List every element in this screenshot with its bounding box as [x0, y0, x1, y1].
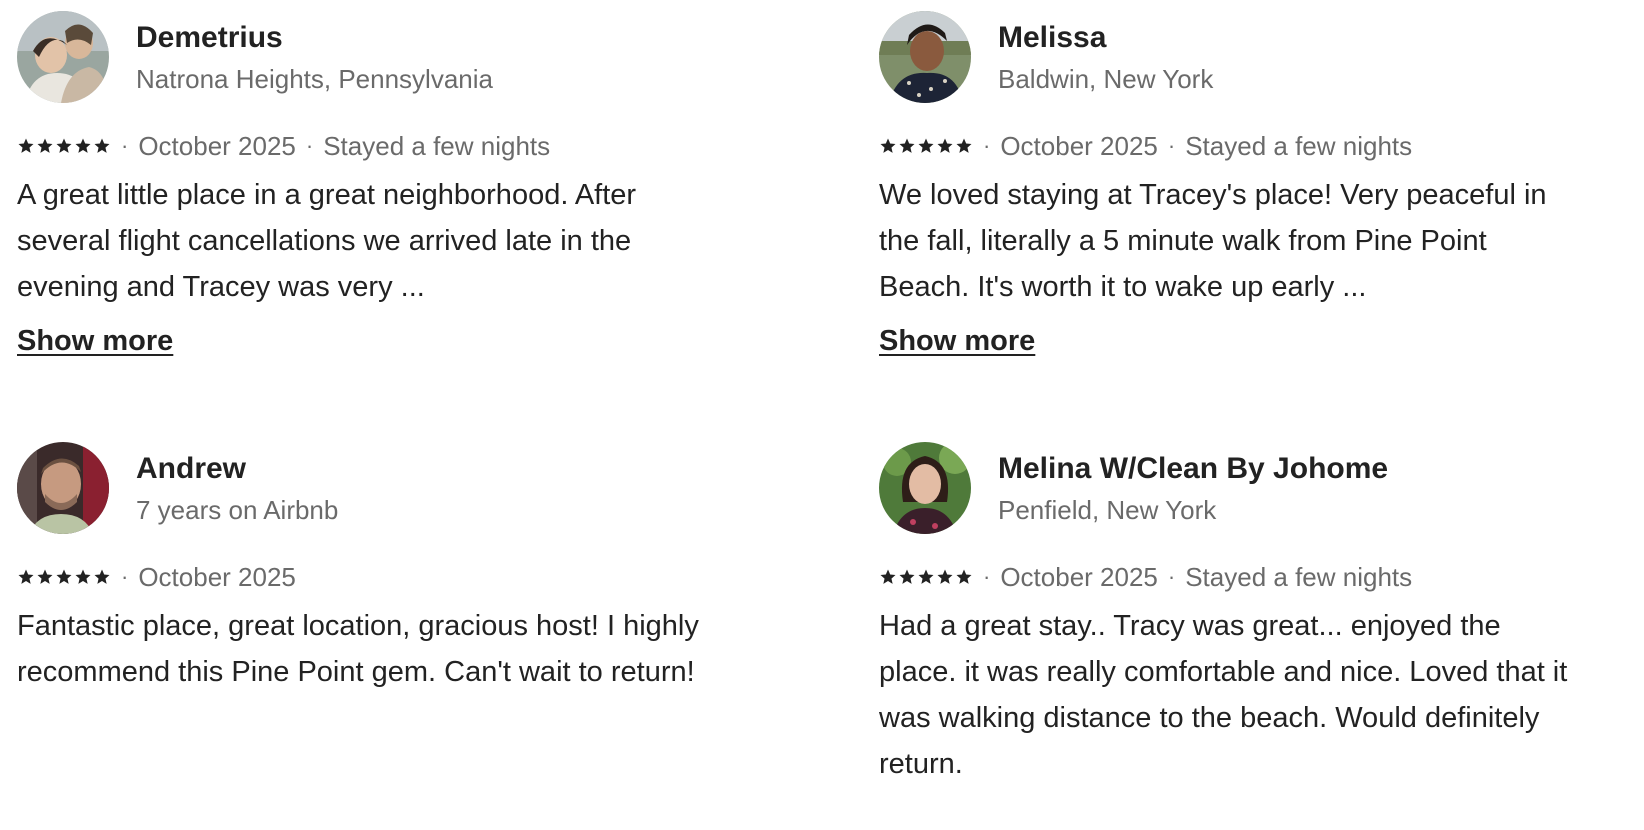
review-text: We loved staying at Tracey's place! Very… — [879, 179, 1547, 303]
star-icon — [56, 138, 72, 153]
reviewer-location: Penfield, New York — [998, 494, 1217, 525]
review-card: Andrew 7 years on Airbnb · October 2025 … — [17, 442, 717, 695]
star-icon — [918, 138, 934, 153]
star-icon — [956, 138, 972, 153]
separator-dot: · — [305, 133, 314, 158]
star-icon — [37, 138, 53, 153]
star-rating — [879, 568, 973, 586]
review-meta: · October 2025 · Stayed a few nights — [879, 559, 1579, 595]
star-icon — [18, 138, 34, 153]
avatar[interactable] — [879, 11, 971, 103]
star-icon — [94, 569, 110, 584]
reviewer-info: Melina W/Clean By Johome Penfield, New Y… — [998, 449, 1388, 528]
stay-length: Stayed a few nights — [323, 130, 551, 161]
review-meta: · October 2025 · Stayed a few nights — [17, 128, 717, 164]
star-icon — [56, 569, 72, 584]
separator-dot: · — [1167, 564, 1176, 589]
review-card: Demetrius Natrona Heights, Pennsylvania … — [17, 11, 717, 358]
review-date: October 2025 — [138, 130, 296, 161]
star-icon — [918, 569, 934, 584]
avatar[interactable] — [17, 11, 109, 103]
star-rating — [879, 137, 973, 155]
separator-dot: · — [121, 133, 129, 158]
separator-dot: · — [121, 564, 129, 589]
show-more-button[interactable]: Show more — [17, 325, 173, 358]
star-icon — [75, 138, 91, 153]
star-icon — [75, 569, 91, 584]
reviewer-name[interactable]: Andrew — [136, 449, 338, 489]
star-icon — [899, 138, 915, 153]
review-header: Melissa Baldwin, New York — [879, 11, 1579, 103]
separator-dot: · — [983, 133, 991, 158]
review-text: Fantastic place, great location, graciou… — [17, 610, 699, 688]
review-header: Melina W/Clean By Johome Penfield, New Y… — [879, 442, 1579, 534]
star-icon — [937, 138, 953, 153]
reviewer-name[interactable]: Melissa — [998, 18, 1213, 58]
review-text: Had a great stay.. Tracy was great... en… — [879, 610, 1568, 780]
review-meta: · October 2025 · Stayed a few nights — [879, 128, 1579, 164]
reviewer-location: Natrona Heights, Pennsylvania — [136, 63, 493, 94]
reviewer-tenure: 7 years on Airbnb — [136, 494, 339, 525]
review-card: Melina W/Clean By Johome Penfield, New Y… — [879, 442, 1579, 787]
star-icon — [18, 569, 34, 584]
avatar[interactable] — [17, 442, 109, 534]
stay-length: Stayed a few nights — [1185, 561, 1413, 592]
review-date: October 2025 — [1000, 130, 1158, 161]
star-icon — [880, 138, 896, 153]
review-header: Demetrius Natrona Heights, Pennsylvania — [17, 11, 717, 103]
show-more-button[interactable]: Show more — [879, 325, 1035, 358]
review-card: Melissa Baldwin, New York · October 2025… — [879, 11, 1579, 358]
reviewer-name[interactable]: Demetrius — [136, 18, 493, 58]
review-date: October 2025 — [138, 561, 296, 592]
star-icon — [880, 569, 896, 584]
star-rating — [17, 137, 111, 155]
review-meta: · October 2025 — [17, 559, 717, 595]
star-icon — [899, 569, 915, 584]
star-icon — [937, 569, 953, 584]
avatar[interactable] — [879, 442, 971, 534]
separator-dot: · — [1167, 133, 1176, 158]
reviewer-name[interactable]: Melina W/Clean By Johome — [998, 449, 1388, 489]
reviewer-location: Baldwin, New York — [998, 63, 1214, 94]
review-text: A great little place in a great neighbor… — [17, 179, 637, 303]
stay-length: Stayed a few nights — [1185, 130, 1413, 161]
separator-dot: · — [983, 564, 991, 589]
review-date: October 2025 — [1000, 561, 1158, 592]
star-icon — [956, 569, 972, 584]
reviewer-info: Andrew 7 years on Airbnb — [136, 449, 338, 528]
star-icon — [37, 569, 53, 584]
review-header: Andrew 7 years on Airbnb — [17, 442, 717, 534]
star-rating — [17, 568, 111, 586]
reviewer-info: Demetrius Natrona Heights, Pennsylvania — [136, 18, 493, 97]
star-icon — [94, 138, 110, 153]
reviewer-info: Melissa Baldwin, New York — [998, 18, 1213, 97]
